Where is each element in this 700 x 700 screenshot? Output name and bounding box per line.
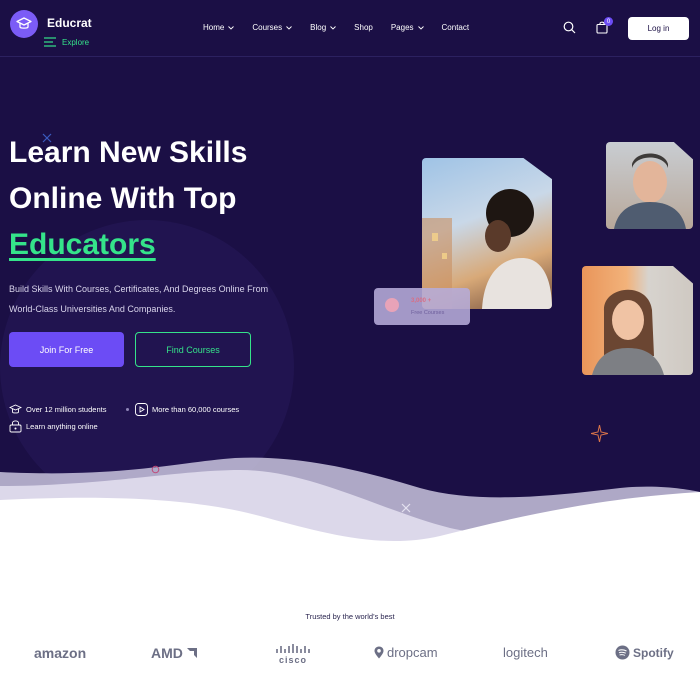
subtext-line-1: Build Skills With Courses, Certificates,… (9, 284, 269, 294)
course-icon (385, 298, 399, 312)
chevron-down-icon (228, 25, 235, 30)
explore-menu[interactable]: Explore (44, 37, 89, 47)
nav-item-blog[interactable]: Blog (310, 23, 336, 32)
man-portrait (614, 153, 686, 229)
ring-decoration (151, 465, 160, 474)
feature-text: Over 12 million students (26, 405, 107, 414)
site-header: Educrat Explore Home Courses Blog Shop P… (0, 0, 700, 57)
student-photo-man (606, 142, 693, 229)
spotify-icon (615, 645, 630, 660)
cart-count-badge: 0 (604, 17, 613, 26)
woman-silhouette (422, 189, 552, 309)
chevron-down-icon (417, 25, 424, 30)
nav-item-pages[interactable]: Pages (391, 23, 424, 32)
nav-item-label: Courses (252, 23, 283, 32)
main-nav: Home Courses Blog Shop Pages Contact (203, 23, 487, 32)
brand-name[interactable]: Educrat (47, 16, 92, 30)
headline-line-3: Educators (9, 228, 156, 261)
logo-icon[interactable] (10, 10, 38, 38)
find-courses-button[interactable]: Find Courses (135, 332, 251, 367)
sparkle-decoration (591, 425, 608, 442)
course-count: 3,000 + (411, 298, 432, 304)
nav-item-home[interactable]: Home (203, 23, 235, 32)
search-button[interactable] (563, 21, 576, 39)
feature-text: Learn anything online (26, 421, 98, 431)
student-photo-woman-smiling (582, 266, 693, 375)
nav-item-label: Contact (441, 23, 470, 32)
graduation-cap-icon (9, 404, 22, 414)
brand-logo-text: AMD (151, 645, 183, 661)
chevron-down-icon (330, 25, 336, 30)
location-pin-icon (374, 646, 384, 659)
nav-item-contact[interactable]: Contact (442, 23, 470, 32)
chevron-down-icon (286, 25, 292, 30)
search-icon (563, 21, 576, 34)
cisco-bars-icon (276, 644, 310, 653)
brand-logo-cisco: cisco (271, 644, 315, 665)
trusted-heading: Trusted by the world’s best (305, 612, 395, 621)
brand-logo-text: cisco (278, 655, 307, 665)
feature-courses: More than 60,000 courses (135, 403, 239, 416)
brand-logo-spotify: Spotify (615, 645, 674, 660)
login-button[interactable]: Log in (628, 17, 689, 40)
headline-line-2: Online With Top (9, 182, 237, 215)
lock-icon (9, 420, 22, 433)
brand-logo-text: amazon (34, 645, 87, 661)
subtext-line-2: World-Class Universities And Companies. (9, 304, 176, 314)
nav-item-courses[interactable]: Courses (252, 23, 292, 32)
feature-learn: Learn anything online (9, 419, 98, 433)
brand-logo-text: dropcam (387, 645, 438, 660)
brand-logo-dropcam: dropcam (374, 645, 438, 660)
nav-item-label: Pages (390, 23, 414, 32)
nav-item-label: Home (203, 23, 225, 32)
play-icon (135, 403, 148, 416)
explore-label: Explore (62, 37, 90, 47)
nav-item-label: Shop (354, 23, 373, 32)
brand-logo-logitech: logitech (503, 645, 548, 660)
cross-decoration (401, 503, 411, 513)
nav-item-shop[interactable]: Shop (354, 23, 373, 32)
brand-logo-text: logitech (503, 645, 548, 660)
menu-icon (44, 37, 56, 47)
feature-text: More than 60,000 courses (152, 405, 240, 414)
headline-line-1: Learn New Skills (9, 136, 248, 169)
student-photo-woman-city (422, 158, 552, 309)
feature-students: Over 12 million students (9, 404, 106, 415)
nav-item-label: Blog (310, 23, 327, 32)
graduation-cap-icon (16, 17, 32, 29)
course-label: Free Courses (411, 310, 445, 316)
hero-headline: Learn New Skills Online With Top Educato… (9, 130, 247, 268)
brand-logo-amazon: amazon (34, 645, 86, 661)
join-for-free-button[interactable]: Join For Free (9, 332, 124, 367)
brand-logo-text: Spotify (633, 645, 674, 660)
separator-dot (126, 408, 129, 411)
hero-subtext: Build Skills With Courses, Certificates,… (9, 279, 309, 319)
brand-logo-amd: AMD (151, 645, 198, 661)
woman-portrait (592, 289, 664, 375)
amd-arrow-icon (186, 648, 197, 658)
